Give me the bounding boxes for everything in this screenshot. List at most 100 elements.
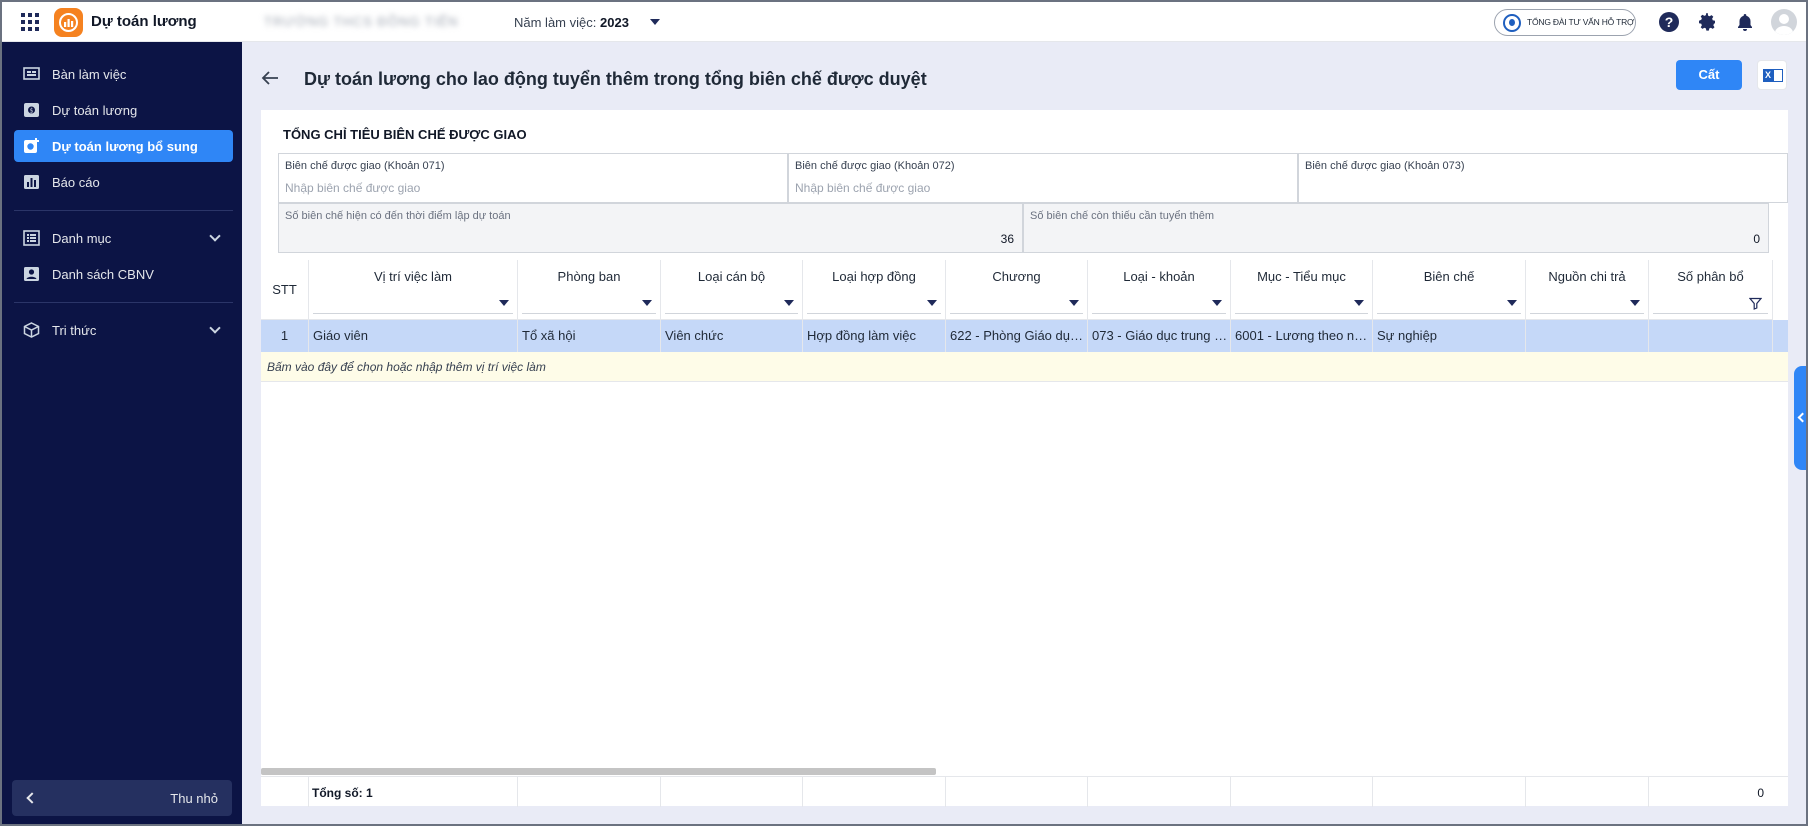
column-header-department[interactable]: Phòng ban xyxy=(518,260,661,320)
horizontal-scrollbar[interactable] xyxy=(261,768,936,775)
report-icon xyxy=(24,175,39,189)
working-year-label: Năm làm việc: xyxy=(514,15,597,30)
chevron-left-icon xyxy=(26,792,38,804)
column-header-funding-source[interactable]: Nguồn chi trả xyxy=(1526,260,1649,320)
filter-dropdown[interactable] xyxy=(1235,291,1368,314)
caret-down-icon xyxy=(499,300,509,306)
sidebar-item-add-estimate[interactable]: Dự toán lương bổ sung xyxy=(14,130,233,162)
gear-icon[interactable] xyxy=(1697,12,1717,32)
footer-cell xyxy=(1373,777,1526,807)
catalog-icon xyxy=(23,230,40,246)
column-title: Mục - Tiểu mục xyxy=(1257,269,1346,284)
top-bar: Dự toán lương TRƯỜNG THCS ĐỒNG TIẾN Năm … xyxy=(2,2,1806,42)
column-header-type-clause[interactable]: Loại - khoản xyxy=(1088,260,1231,320)
column-header-contract-type[interactable]: Loại hợp đồng xyxy=(803,260,946,320)
column-title: Số phân bổ xyxy=(1677,269,1744,284)
field-label: Số biên chế còn thiếu cần tuyển thêm xyxy=(1030,210,1215,222)
support-hotline-button[interactable]: TỔNG ĐÀI TƯ VẤN HỖ TRỢ xyxy=(1494,9,1636,36)
side-panel-toggle[interactable] xyxy=(1794,366,1806,470)
export-excel-button[interactable]: X xyxy=(1757,60,1787,90)
sidebar-item-desk[interactable]: Bàn làm việc xyxy=(14,58,233,90)
svg-text:$: $ xyxy=(30,108,34,115)
chevron-down-icon[interactable] xyxy=(650,19,660,25)
column-title: Vị trí việc làm xyxy=(373,269,452,284)
bell-icon[interactable] xyxy=(1735,12,1755,32)
cell-item-subitem[interactable]: 6001 - Lương theo nga... xyxy=(1231,320,1373,352)
apps-grid-icon[interactable] xyxy=(21,13,39,31)
caret-down-icon xyxy=(1069,300,1079,306)
cell-type-clause[interactable]: 073 - Giáo dục trung h... xyxy=(1088,320,1231,352)
user-avatar[interactable] xyxy=(1771,9,1797,35)
cell-contract-type[interactable]: Hợp đồng làm việc xyxy=(803,320,946,352)
column-title: Loại hợp đồng xyxy=(832,269,916,284)
filter-dropdown[interactable] xyxy=(1092,291,1226,314)
field-label: Biên chế được giao (Khoản 072) xyxy=(795,160,955,172)
app-logo-icon xyxy=(54,8,83,37)
support-hotline-label: TỔNG ĐÀI TƯ VẤN HỖ TRỢ xyxy=(1527,17,1635,27)
sidebar-item-label: Danh mục xyxy=(52,231,112,246)
sidebar-collapse-button[interactable]: Thu nhỏ xyxy=(12,780,232,816)
quota-071-input[interactable]: Nhập biên chế được giao xyxy=(285,181,420,195)
staff-icon xyxy=(24,267,39,281)
app-name: Dự toán lương xyxy=(91,13,197,30)
working-year-value[interactable]: 2023 xyxy=(600,15,629,30)
add-estimate-icon xyxy=(24,138,39,153)
column-header-allocation[interactable]: Số phân bổ xyxy=(1649,260,1773,320)
filter-dropdown[interactable] xyxy=(313,291,513,314)
column-title: Phòng ban xyxy=(557,269,621,284)
missing-staff-value: 0 xyxy=(1753,232,1760,246)
table-row[interactable]: 1 Giáo viên Tổ xã hội Viên chức Hợp đồng… xyxy=(261,320,1788,352)
filter-input[interactable] xyxy=(1653,291,1768,314)
column-header-job-position[interactable]: Vị trí việc làm xyxy=(309,260,518,320)
page-title: Dự toán lương cho lao động tuyển thêm tr… xyxy=(304,69,927,89)
caret-down-icon xyxy=(642,300,652,306)
cell-staffing[interactable]: Sự nghiệp xyxy=(1373,320,1526,352)
column-title: Loại cán bộ xyxy=(697,269,766,284)
help-icon[interactable]: ? xyxy=(1659,12,1679,32)
sidebar-item-report[interactable]: Báo cáo xyxy=(14,166,233,198)
sidebar-divider xyxy=(14,302,233,303)
quota-072-input[interactable]: Nhập biên chế được giao xyxy=(795,181,930,195)
back-arrow-icon[interactable] xyxy=(260,68,280,88)
save-button[interactable]: Cất xyxy=(1676,60,1742,90)
sidebar-item-staff[interactable]: Danh sách CBNV xyxy=(14,258,233,290)
sidebar-item-estimate[interactable]: $ Dự toán lương xyxy=(14,94,233,126)
footer-cell xyxy=(946,777,1088,807)
filter-funnel-icon[interactable] xyxy=(1749,297,1762,310)
total-count-label: Tổng số: 1 xyxy=(312,786,373,800)
quota-073-field[interactable]: Biên chế được giao (Khoản 073) xyxy=(1298,153,1788,203)
column-header-staff-type[interactable]: Loại cán bộ xyxy=(661,260,803,320)
cell-allocation[interactable] xyxy=(1649,320,1773,352)
filter-dropdown[interactable] xyxy=(950,291,1083,314)
add-row-hint[interactable]: Bấm vào đây để chọn hoặc nhập thêm vị tr… xyxy=(261,352,1788,382)
footer-cell xyxy=(803,777,946,807)
footer-cell xyxy=(261,777,309,807)
cell-staff-type[interactable]: Viên chức xyxy=(661,320,803,352)
sidebar-item-label: Danh sách CBNV xyxy=(52,267,154,282)
column-header-chapter[interactable]: Chương xyxy=(946,260,1088,320)
add-row-hint-text: Bấm vào đây để chọn hoặc nhập thêm vị tr… xyxy=(267,360,546,374)
chevron-down-icon[interactable] xyxy=(209,230,221,242)
caret-down-icon xyxy=(927,300,937,306)
current-staff-field: Số biên chế hiện có đến thời điểm lập dự… xyxy=(278,203,1023,253)
cell-department[interactable]: Tổ xã hội xyxy=(518,320,661,352)
footer-cell xyxy=(661,777,803,807)
sidebar-item-catalog[interactable]: Danh mục xyxy=(14,222,233,254)
filter-dropdown[interactable] xyxy=(522,291,656,314)
field-label: Số biên chế hiện có đến thời điểm lập dự… xyxy=(285,210,511,222)
chevron-down-icon[interactable] xyxy=(209,322,221,334)
filter-dropdown[interactable] xyxy=(1530,291,1644,314)
quota-071-field[interactable]: Biên chế được giao (Khoản 071) Nhập biên… xyxy=(278,153,788,203)
filter-dropdown[interactable] xyxy=(807,291,941,314)
filter-dropdown[interactable] xyxy=(1377,291,1521,314)
cell-funding-source[interactable] xyxy=(1526,320,1649,352)
cell-stt: 1 xyxy=(261,320,309,352)
quota-072-field[interactable]: Biên chế được giao (Khoản 072) Nhập biên… xyxy=(788,153,1298,203)
filter-dropdown[interactable] xyxy=(665,291,798,314)
excel-icon: X xyxy=(1763,69,1773,82)
column-header-item-subitem[interactable]: Mục - Tiểu mục xyxy=(1231,260,1373,320)
cell-chapter[interactable]: 622 - Phòng Giáo dục ... xyxy=(946,320,1088,352)
column-header-staffing[interactable]: Biên chế xyxy=(1373,260,1526,320)
cell-job-position[interactable]: Giáo viên xyxy=(309,320,518,352)
sidebar-item-knowledge[interactable]: Tri thức xyxy=(14,314,233,346)
